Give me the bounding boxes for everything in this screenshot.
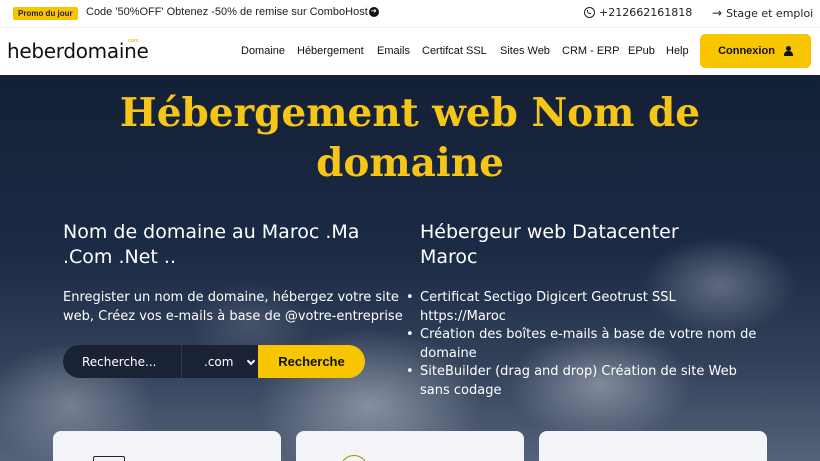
service-card[interactable] bbox=[296, 431, 524, 461]
logo-tag: com bbox=[128, 38, 139, 44]
phone-number: +212662161818 bbox=[599, 6, 693, 19]
promo-badge: Promo du jour bbox=[13, 7, 78, 20]
feature-line: sans codage bbox=[420, 382, 502, 398]
list-item: SiteBuilder (drag and drop) Création de … bbox=[406, 363, 766, 400]
phone-link[interactable]: +212662161818 bbox=[584, 6, 692, 19]
hero-title-line2: domaine bbox=[316, 140, 504, 186]
nav-item-emails[interactable]: Emails bbox=[377, 45, 410, 57]
domain-search-input[interactable]: Recherche... bbox=[63, 345, 181, 378]
hero-section: Hébergement web Nom de domaine Nom de do… bbox=[0, 75, 820, 461]
domain-heading: Nom de domaine au Maroc .Ma .Com .Net .. bbox=[63, 220, 403, 270]
top-promo-bar: Promo du jour Code '50%OFF' Obtenez -50%… bbox=[0, 0, 820, 27]
feature-line: Certificat Sectigo Digicert Geotrust SSL bbox=[420, 290, 676, 305]
promo-text: Code '50%OFF' Obtenez -50% de remise sur… bbox=[86, 6, 368, 18]
arrow-right-circle-icon: ➔ bbox=[368, 7, 379, 17]
document-icon bbox=[93, 456, 125, 461]
nav-item-crm-erp[interactable]: CRM - ERP bbox=[562, 45, 619, 57]
arrow-right-icon: → bbox=[712, 6, 723, 20]
login-button[interactable]: Connexion bbox=[700, 34, 811, 68]
feature-line: https://Maroc bbox=[420, 308, 506, 324]
whatsapp-icon bbox=[584, 7, 595, 18]
promo-link[interactable]: Code '50%OFF' Obtenez -50% de remise sur… bbox=[86, 6, 379, 18]
hosting-heading: Hébergeur web Datacenter Maroc bbox=[420, 220, 760, 270]
domain-search-form: Recherche... .com Recherche bbox=[63, 345, 365, 378]
hosting-heading-line1: Hébergeur web Datacenter bbox=[420, 221, 679, 243]
user-icon bbox=[783, 46, 793, 56]
domain-heading-line2: .Com .Net .. bbox=[63, 246, 176, 268]
search-placeholder: Recherche... bbox=[82, 354, 157, 369]
list-item: Certificat Sectigo Digicert Geotrust SSL… bbox=[406, 289, 766, 326]
nav-item-help[interactable]: Help bbox=[666, 45, 689, 57]
globe-icon bbox=[340, 455, 368, 461]
nav-item-ssl[interactable]: Certifcat SSL bbox=[422, 45, 487, 57]
search-button[interactable]: Recherche bbox=[258, 345, 365, 378]
main-navbar: heberdomaine com Domaine Hébergement Ema… bbox=[0, 27, 820, 75]
feature-line: Création des boîtes e-mails à base de vo… bbox=[420, 327, 757, 342]
service-card[interactable] bbox=[53, 431, 281, 461]
nav-item-epub[interactable]: EPub bbox=[628, 45, 655, 57]
nav-item-domaine[interactable]: Domaine bbox=[241, 45, 285, 57]
tld-select[interactable]: .com bbox=[181, 345, 258, 378]
domain-heading-line1: Nom de domaine au Maroc .Ma bbox=[63, 221, 360, 243]
domain-description-line2: web, Créez vos e-mails à base de @votre-… bbox=[63, 309, 403, 324]
tld-selected-value: .com bbox=[204, 354, 234, 369]
service-card[interactable] bbox=[539, 431, 767, 461]
feature-line: domaine bbox=[420, 345, 477, 361]
hosting-feature-list: Certificat Sectigo Digicert Geotrust SSL… bbox=[406, 289, 766, 400]
hero-title-line1: Hébergement web Nom de bbox=[119, 90, 701, 136]
feature-line: SiteBuilder (drag and drop) Création de … bbox=[420, 364, 737, 379]
stage-emploi-link[interactable]: → Stage et emploi bbox=[712, 6, 813, 20]
search-button-label: Recherche bbox=[278, 354, 345, 369]
domain-description-line1: Enregister un nom de domaine, hébergez v… bbox=[63, 290, 399, 305]
list-item: Création des boîtes e-mails à base de vo… bbox=[406, 326, 766, 363]
nav-item-sites-web[interactable]: Sites Web bbox=[500, 45, 550, 57]
login-label: Connexion bbox=[718, 45, 775, 57]
nav-item-hebergement[interactable]: Hébergement bbox=[297, 45, 364, 57]
hosting-heading-line2: Maroc bbox=[420, 246, 478, 268]
stage-emploi-label: Stage et emploi bbox=[726, 6, 814, 20]
chevron-down-icon bbox=[246, 356, 256, 366]
hero-title: Hébergement web Nom de domaine bbox=[60, 88, 760, 188]
domain-description: Enregister un nom de domaine, hébergez v… bbox=[63, 288, 408, 326]
